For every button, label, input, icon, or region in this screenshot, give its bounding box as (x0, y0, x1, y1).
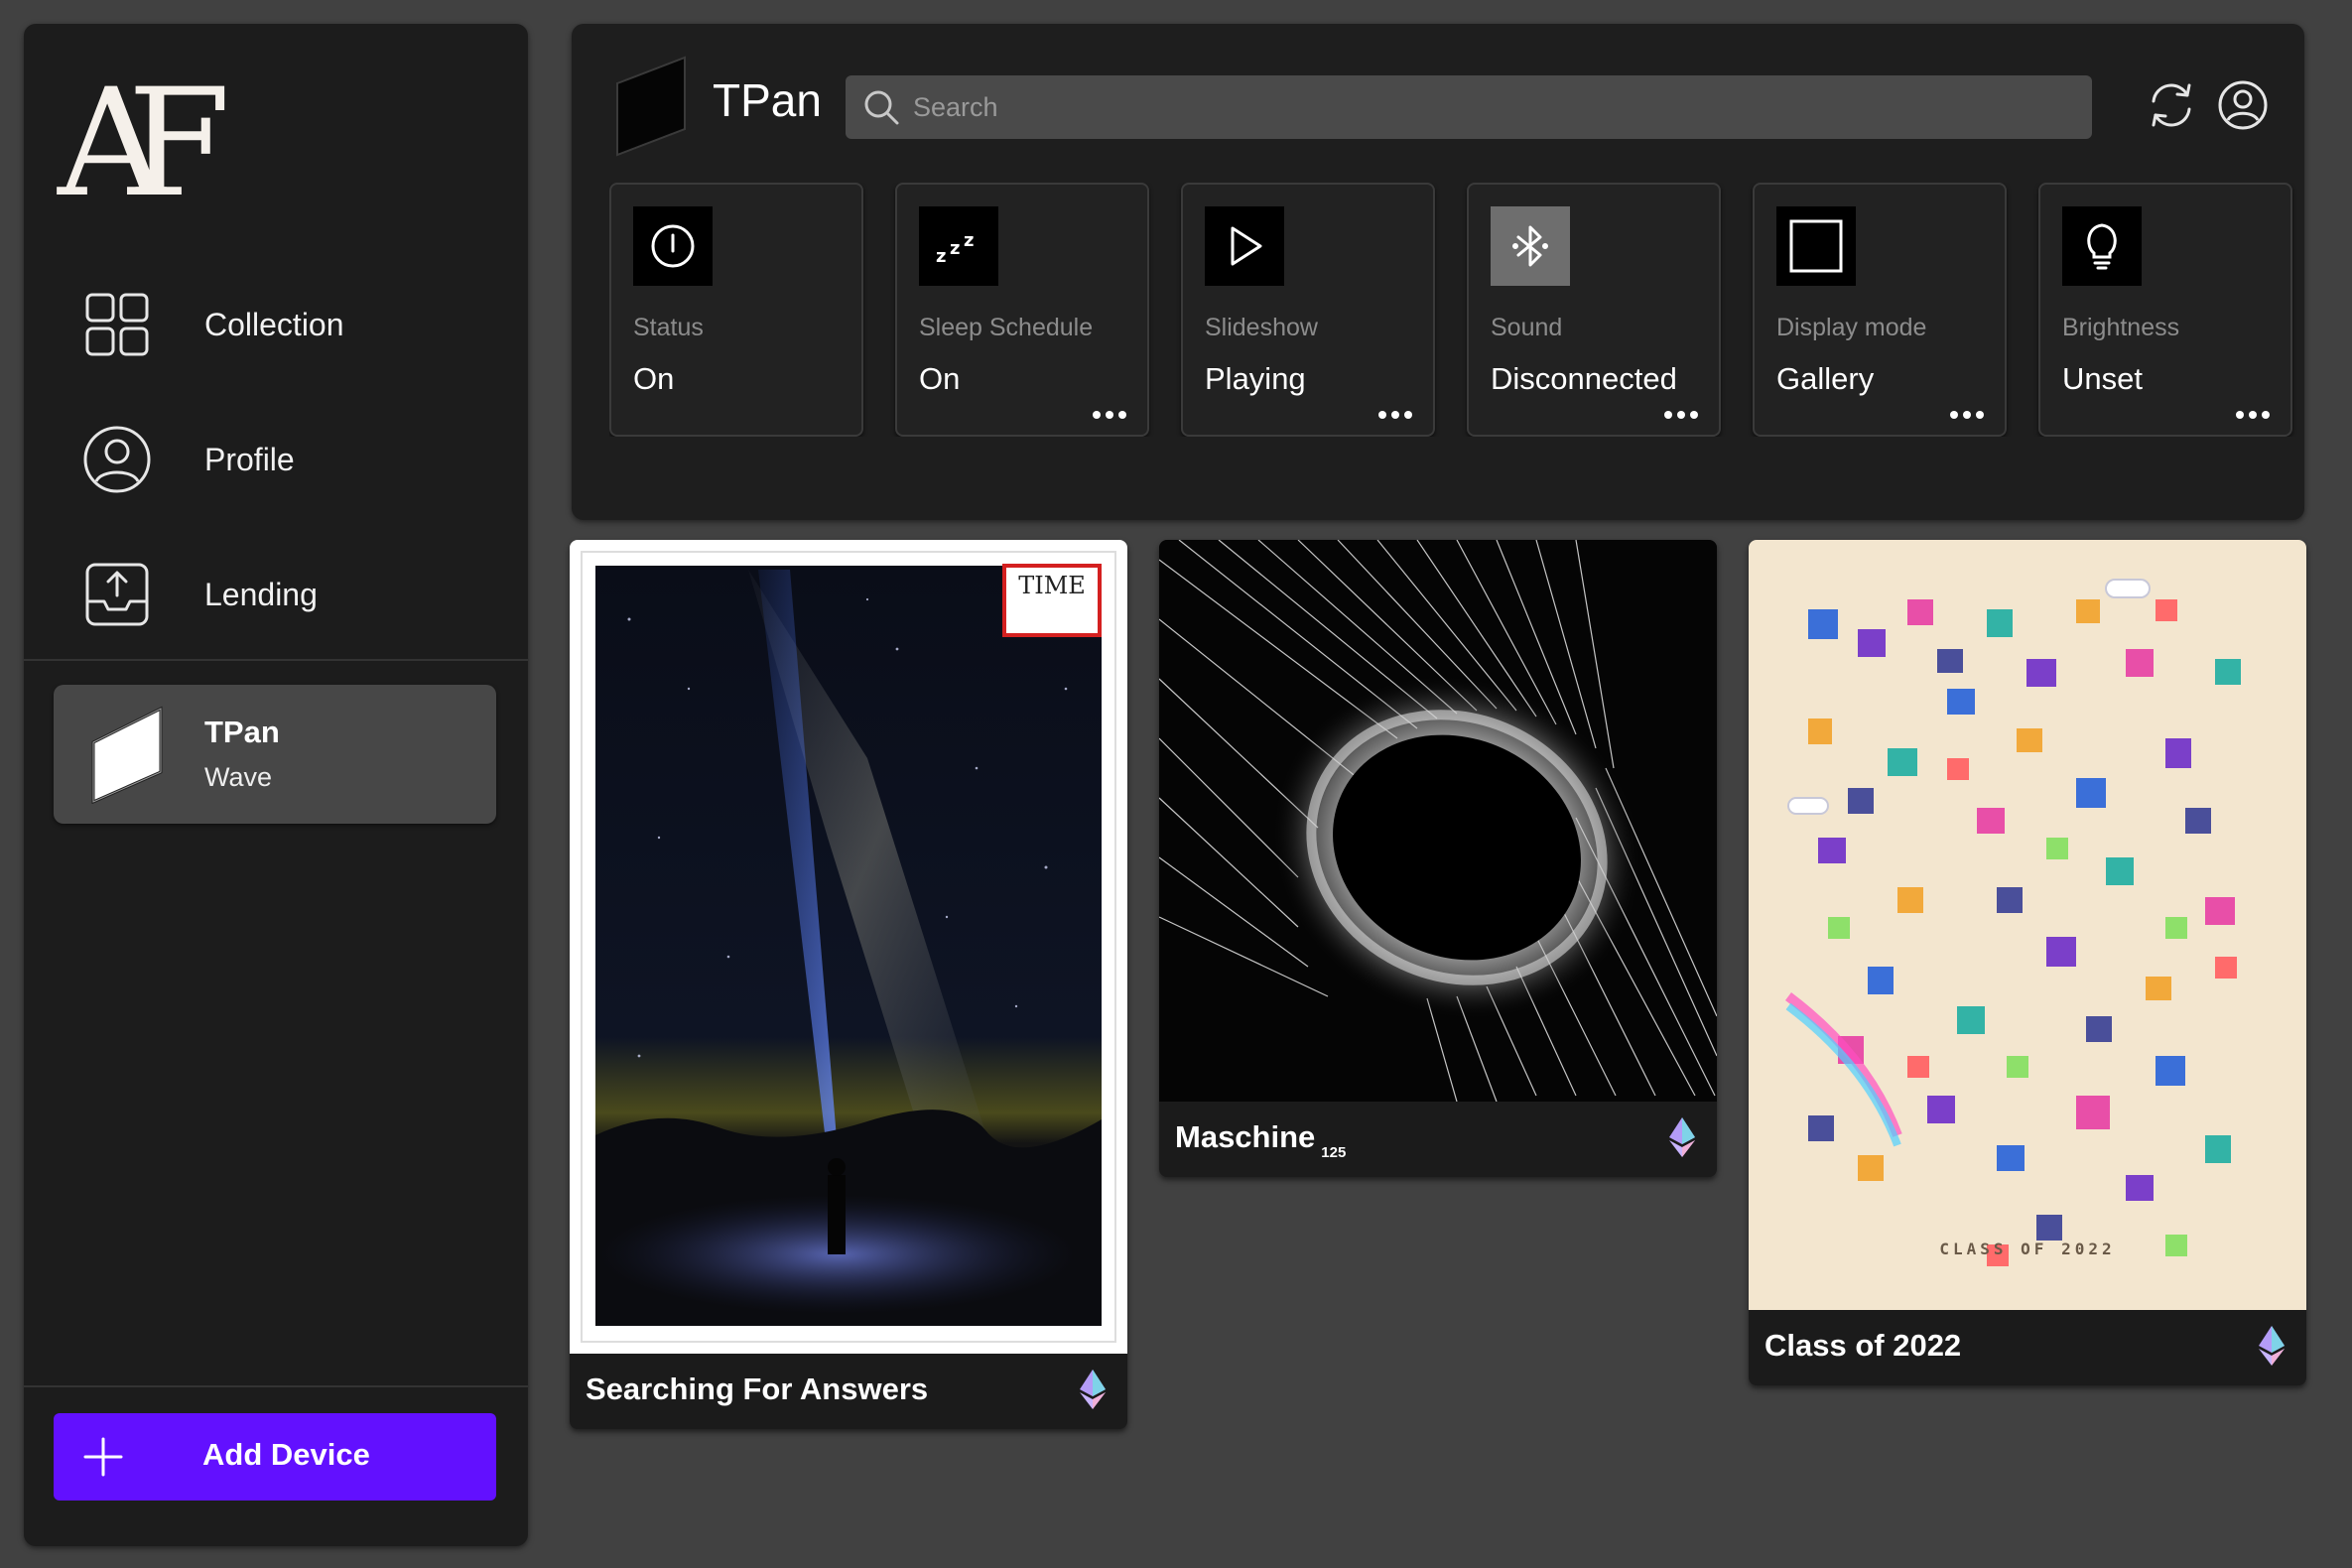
device-frame-icon (87, 705, 167, 805)
search-icon (861, 87, 901, 127)
tile-brightness[interactable]: Brightness Unset (2038, 183, 2292, 437)
nav-collection-label: Collection (204, 306, 344, 342)
plus-icon (81, 1435, 125, 1479)
more-options-icon[interactable] (1377, 409, 1413, 421)
tile-value: Gallery (1776, 361, 1875, 396)
artwork-footer: Searching For Answers (570, 1354, 1127, 1429)
sidebar: AF Collection Profile Lending TPan Wave … (24, 24, 528, 1546)
tile-value: Playing (1205, 361, 1306, 396)
artwork-title: Class of 2022 (1764, 1328, 1962, 1363)
bluetooth-icon (1491, 206, 1570, 286)
lightbulb-icon (2062, 206, 2142, 286)
artwork-footer: Class of 2022 (1749, 1310, 2306, 1385)
artwork-footer: Maschine 125 (1159, 1102, 1717, 1177)
more-options-icon[interactable] (2235, 409, 2271, 421)
artwork-title: Maschine 125 (1175, 1119, 1347, 1161)
tile-value: Unset (2062, 361, 2143, 396)
status-tiles: Status On z z z Sleep Schedule On Slides… (609, 183, 2304, 437)
nav-profile[interactable]: Profile (83, 415, 500, 504)
device-card-tpan[interactable]: TPan Wave (54, 685, 496, 824)
artwork-card[interactable]: Maschine 125 (1159, 540, 1717, 1177)
tile-sound[interactable]: Sound Disconnected (1467, 183, 1721, 437)
tile-value: Disconnected (1491, 361, 1677, 396)
tile-value: On (633, 361, 675, 396)
artwork-card[interactable]: CLASS OF 2022 Class of 2022 (1749, 540, 2306, 1385)
more-options-icon[interactable] (1092, 409, 1127, 421)
ethereum-icon (2259, 1326, 2285, 1366)
svg-text:z: z (950, 238, 960, 259)
refresh-icon (2152, 83, 2191, 127)
svg-text:TIME: TIME (1018, 572, 1086, 599)
page-title: TPan (713, 74, 822, 126)
artwork-image: TIME (570, 540, 1127, 1354)
artwork-image (1159, 540, 1717, 1103)
tile-label: Sound (1491, 314, 1563, 341)
more-options-icon[interactable] (1663, 409, 1699, 421)
sidebar-bottom-divider (24, 1385, 528, 1387)
device-panel: TPan Statu (572, 24, 2304, 520)
tile-label: Sleep Schedule (919, 314, 1094, 341)
svg-text:AF: AF (57, 58, 224, 210)
tile-value: On (919, 361, 961, 396)
tile-label: Display mode (1776, 314, 1927, 341)
square-icon (1776, 206, 1856, 286)
account-button[interactable] (2217, 79, 2269, 131)
nav-lending[interactable]: Lending (83, 550, 500, 639)
device-frame-icon (611, 54, 691, 157)
refresh-button[interactable] (2146, 79, 2197, 131)
upload-tray-icon (83, 561, 151, 628)
artwork-card[interactable]: TIME Searching For Answers (570, 540, 1127, 1429)
sleep-zzz-icon: z z z (919, 206, 998, 286)
edition-number: 125 (1321, 1144, 1347, 1161)
device-type: Wave (204, 762, 273, 792)
more-options-icon[interactable] (1949, 409, 1985, 421)
device-name: TPan (204, 715, 280, 749)
user-circle-icon (2218, 80, 2268, 130)
add-device-button[interactable]: Add Device (54, 1413, 496, 1501)
sidebar-divider (24, 659, 528, 661)
tile-label: Brightness (2062, 314, 2180, 341)
tile-sleep-schedule[interactable]: z z z Sleep Schedule On (895, 183, 1149, 437)
user-circle-icon (83, 426, 151, 493)
grid-icon (83, 291, 151, 358)
af-logo[interactable]: AF (52, 52, 262, 230)
power-icon (633, 206, 713, 286)
nav-lending-label: Lending (204, 576, 318, 612)
nav-collection[interactable]: Collection (83, 280, 500, 369)
nav-profile-label: Profile (204, 441, 295, 477)
tile-display-mode[interactable]: Display mode Gallery (1753, 183, 2007, 437)
search-input[interactable] (911, 90, 2092, 124)
ethereum-icon (1080, 1370, 1106, 1409)
tile-label: Status (633, 314, 704, 341)
play-icon (1205, 206, 1284, 286)
search-bar[interactable] (846, 75, 2092, 139)
tile-status[interactable]: Status On (609, 183, 863, 437)
tile-label: Slideshow (1205, 314, 1318, 341)
tile-slideshow[interactable]: Slideshow Playing (1181, 183, 1435, 437)
svg-text:z: z (964, 230, 974, 251)
artwork-image: CLASS OF 2022 (1749, 540, 2306, 1310)
add-device-label: Add Device (202, 1437, 370, 1472)
svg-text:z: z (936, 246, 946, 266)
svg-text:CLASS OF 2022: CLASS OF 2022 (1939, 1240, 2115, 1258)
ethereum-icon (1669, 1117, 1695, 1157)
artwork-title: Searching For Answers (586, 1372, 929, 1406)
